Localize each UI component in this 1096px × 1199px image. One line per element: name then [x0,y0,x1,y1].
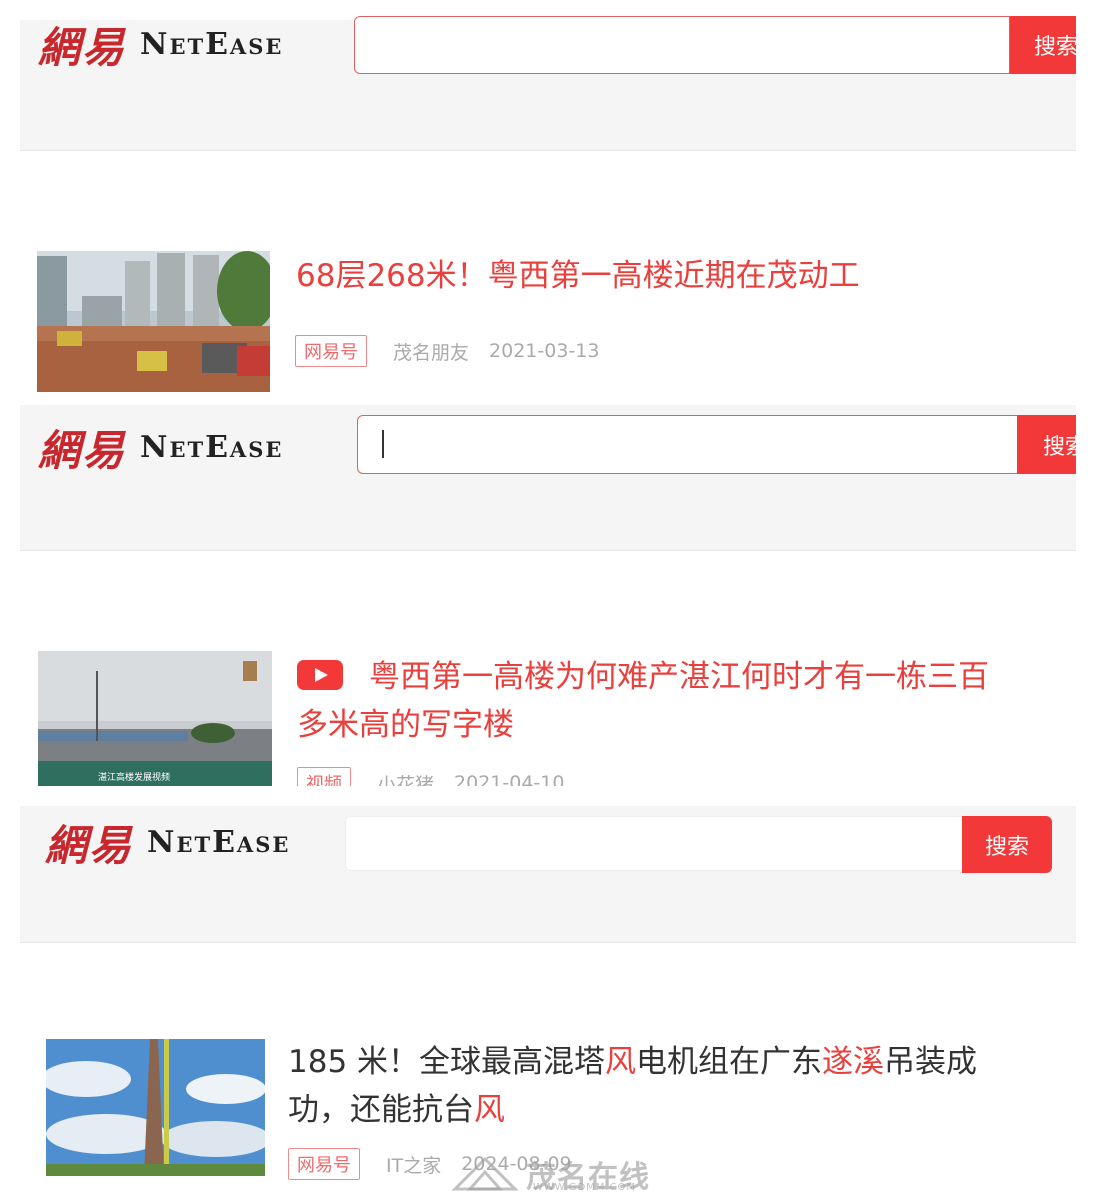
netease-logo[interactable]: 網易 NetEase [38,14,283,75]
construction-site-image [37,251,270,392]
logo-english: NetEase [147,825,291,860]
publish-date: 2021-03-13 [489,340,600,362]
source-tag: 网易号 [288,1148,360,1180]
keyword-highlight: 遂溪 [822,1044,885,1080]
search-button[interactable]: 搜索 [1017,415,1076,474]
logo-chinese: 網易 [38,23,127,72]
text-caret [382,430,384,458]
title-part: 电机组在广东 [636,1044,823,1080]
site-header: 網易 NetEase 搜索 [20,405,1076,551]
article-title[interactable]: 68层268米！粤西第一高楼近期在茂动工 [296,252,996,300]
watermark-url: WWW.GDMM.COM [533,1182,637,1193]
street-scene-image [38,651,272,786]
wind-turbine-tower-image [46,1039,265,1176]
article-meta: 网易号 茂名朋友 2021-03-13 [295,335,619,367]
video-thumbnail[interactable]: 湛江高楼发展视频 [38,651,272,786]
article-title[interactable]: 185 米！全球最高混塔风电机组在广东遂溪吊装成功，还能抗台风 [288,1038,978,1134]
logo-chinese: 網易 [45,821,134,870]
video-play-icon [297,659,343,690]
search-input[interactable] [354,16,1010,74]
source-tag: 网易号 [295,335,367,367]
article-thumbnail[interactable] [46,1039,265,1176]
article-thumbnail[interactable] [37,251,270,392]
keyword-highlight: 风 [605,1044,637,1080]
search-input[interactable] [345,816,963,871]
video-title-text: 粤西第一高楼为何难产湛江何时才有一栋三百多米高的写字楼 [297,659,989,743]
site-watermark: 茂名在线 WWW.GDMM.COM [450,1152,650,1196]
result-section-2: 網易 NetEase 搜索 湛江高楼发展视频 粤西第一高楼为何难产湛江何时才有一… [0,405,1096,786]
site-header: 網易 NetEase 搜索 [20,16,1076,151]
logo-english: NetEase [140,27,284,62]
author[interactable]: IT之家 [386,1151,441,1178]
video-caption: 湛江高楼发展视频 [98,773,171,783]
search-input[interactable] [357,415,1019,474]
source-tag: 视频 [297,767,351,786]
article-meta: 视频 小花猪 2021-04-10 [297,767,584,786]
netease-logo[interactable]: 網易 NetEase [45,812,290,873]
search-button[interactable]: 搜索 [1010,16,1076,74]
watermark-logo-icon [451,1156,519,1191]
keyword-highlight: 风 [474,1092,505,1128]
article-title[interactable]: 粤西第一高楼为何难产湛江何时才有一栋三百多米高的写字楼 [297,653,1017,749]
site-header: 網易 NetEase 搜索 [20,806,1076,943]
title-part: 185 米！全球最高混塔 [288,1044,606,1080]
result-section-1: 網易 NetEase 搜索 68层268米！粤西第一高楼近期在茂动工 网易号 茂… [0,0,1096,405]
logo-chinese: 網易 [38,426,127,475]
search-button[interactable]: 搜索 [962,816,1052,873]
result-section-3: 網易 NetEase 搜索 185 米！全球最高混塔风电机组在广东遂溪吊装成功，… [0,806,1096,1199]
author[interactable]: 小花猪 [377,770,434,787]
publish-date: 2021-04-10 [454,772,565,786]
logo-english: NetEase [140,430,284,465]
author[interactable]: 茂名朋友 [393,338,469,365]
netease-logo[interactable]: 網易 NetEase [38,417,283,478]
